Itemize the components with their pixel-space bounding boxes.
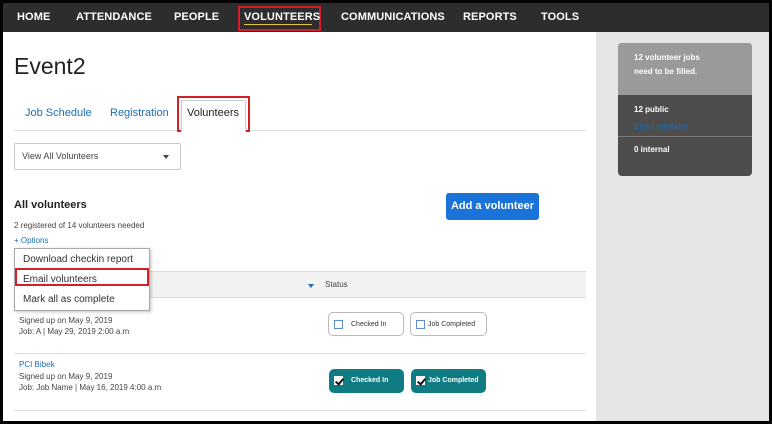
top-nav: HOME ATTENDANCE PEOPLE VOLUNTEERS COMMUN… [3,3,769,32]
stats-headline-line-2: need to be filled. [634,67,698,76]
nav-tools[interactable]: TOOLS [541,3,579,32]
chevron-down-icon [163,155,169,159]
checkbox-icon [334,320,343,329]
sort-caret-icon[interactable] [308,284,314,288]
row-divider [14,410,586,411]
volunteer-filter-select[interactable]: View All Volunteers [14,143,181,170]
row-2-job-completed-toggle[interactable]: Job Completed [411,369,486,393]
tab-volunteers-label[interactable]: Volunteers [187,107,239,119]
checkbox-checked-icon [416,376,425,385]
stats-internal-count: 0 internal [634,145,670,154]
checkbox-checked-icon [334,376,343,385]
checked-in-label: Checked In [351,377,389,384]
nav-home[interactable]: HOME [17,3,50,32]
nav-active-underline [244,24,312,25]
email-reminder-link[interactable]: Email reminder [634,122,688,131]
menu-item-download-checkin-report[interactable]: Download checkin report [23,254,133,265]
stats-divider [618,136,752,137]
options-toggle[interactable]: + Options [14,236,48,245]
row-1-checked-in-toggle[interactable]: Checked In [328,312,404,336]
registered-count: 2 registered of 14 volunteers needed [14,221,145,230]
filter-selected-value: View All Volunteers [22,151,99,161]
row-1-signed-up: Signed up on May 9, 2019 [19,316,113,325]
nav-communications[interactable]: COMMUNICATIONS [341,3,445,32]
row-2-job: Job: Job Name | May 16, 2019 4:00 a.m [19,383,162,392]
page-title: Event2 [14,53,86,79]
row-2-checked-in-toggle[interactable]: Checked In [329,369,404,393]
email-volunteers-highlight [15,268,149,286]
row-2-signed-up: Signed up on May 9, 2019 [19,372,113,381]
status-column-header: Status [325,280,348,289]
row-divider [14,353,586,354]
checkbox-icon [416,320,425,329]
tabs-divider [14,130,586,131]
tab-registration[interactable]: Registration [110,107,169,119]
checked-in-label: Checked In [351,321,387,328]
row-1-job: Job: A | May 29, 2019 2:00 a.m [19,327,130,336]
job-completed-label: Job Completed [428,377,479,384]
volunteer-stats-card: 12 volunteer jobs need to be filled. 12 … [618,43,752,176]
nav-volunteers[interactable]: VOLUNTEERS [244,3,320,32]
row-2-volunteer-name[interactable]: PCI Bibek [19,360,55,369]
section-title: All volunteers [14,199,87,211]
nav-attendance[interactable]: ATTENDANCE [76,3,152,32]
stats-headline-line-1: 12 volunteer jobs [634,53,700,62]
stats-public-count: 12 public [634,105,669,114]
nav-reports[interactable]: REPORTS [463,3,517,32]
add-volunteer-button[interactable]: Add a volunteer [446,193,539,220]
app-frame: HOME ATTENDANCE PEOPLE VOLUNTEERS COMMUN… [3,3,769,421]
nav-people[interactable]: PEOPLE [174,3,219,32]
job-completed-label: Job Completed [428,321,476,328]
row-1-job-completed-toggle[interactable]: Job Completed [410,312,487,336]
tab-job-schedule[interactable]: Job Schedule [25,107,92,119]
menu-item-mark-all-complete[interactable]: Mark all as complete [23,294,115,305]
